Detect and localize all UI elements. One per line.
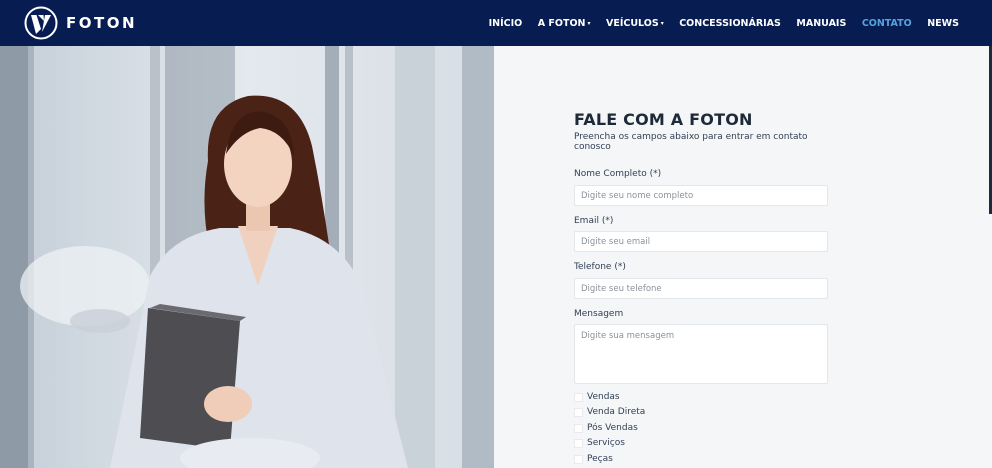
nav-manuais[interactable]: MANUAIS [796,18,846,29]
nav-a-foton[interactable]: A FOTON ▾ [538,18,591,29]
brand-name: FOTON [66,14,138,32]
checkbox[interactable] [574,392,583,402]
chevron-down-icon: ▾ [660,19,664,27]
form-title: FALE COM A FOTON [574,110,753,129]
checkbox[interactable] [574,454,583,464]
hero-photo [0,46,494,468]
phone-input[interactable] [574,278,828,299]
checkbox[interactable] [574,438,583,448]
foton-logo[interactable]: FOTON [24,6,137,40]
nav-news[interactable]: NEWS [927,18,959,29]
name-label: Nome Completo (*) [574,169,662,179]
email-label: Email (*) [574,216,614,226]
name-input[interactable] [574,185,828,206]
foton-logo-icon [24,6,58,40]
message-label: Mensagem [574,309,624,319]
phone-label: Telefone (*) [574,262,626,272]
message-textarea[interactable] [574,324,828,384]
form-subtitle: Preencha os campos abaixo para entrar em… [574,132,808,152]
checkbox[interactable] [574,423,583,433]
checkbox-servicos[interactable]: Serviços [574,438,625,448]
main-nav: INÍCIO A FOTON ▾ VEÍCULOS ▾ CONCESSIONÁRIA… [473,0,959,46]
email-input[interactable] [574,231,828,252]
nav-concessionarias[interactable]: CONCESSIONÁRIAS [679,18,781,29]
checkbox[interactable] [574,407,583,417]
checkbox-venda-direta[interactable]: Venda Direta [574,407,645,417]
checkbox-pecas[interactable]: Peças [574,454,613,464]
nav-inicio[interactable]: INÍCIO [489,18,523,29]
nav-veiculos[interactable]: VEÍCULOS ▾ [606,18,664,29]
nav-contato[interactable]: CONTATO [862,18,912,29]
checkbox-vendas[interactable]: Vendas [574,392,620,402]
woman-holding-folder-image [0,46,494,468]
checkbox-pos-vendas[interactable]: Pós Vendas [574,423,638,433]
chevron-down-icon: ▾ [587,19,591,27]
top-navbar: FOTON INÍCIO A FOTON ▾ VEÍCULOS ▾ CONCESSI… [0,0,992,46]
